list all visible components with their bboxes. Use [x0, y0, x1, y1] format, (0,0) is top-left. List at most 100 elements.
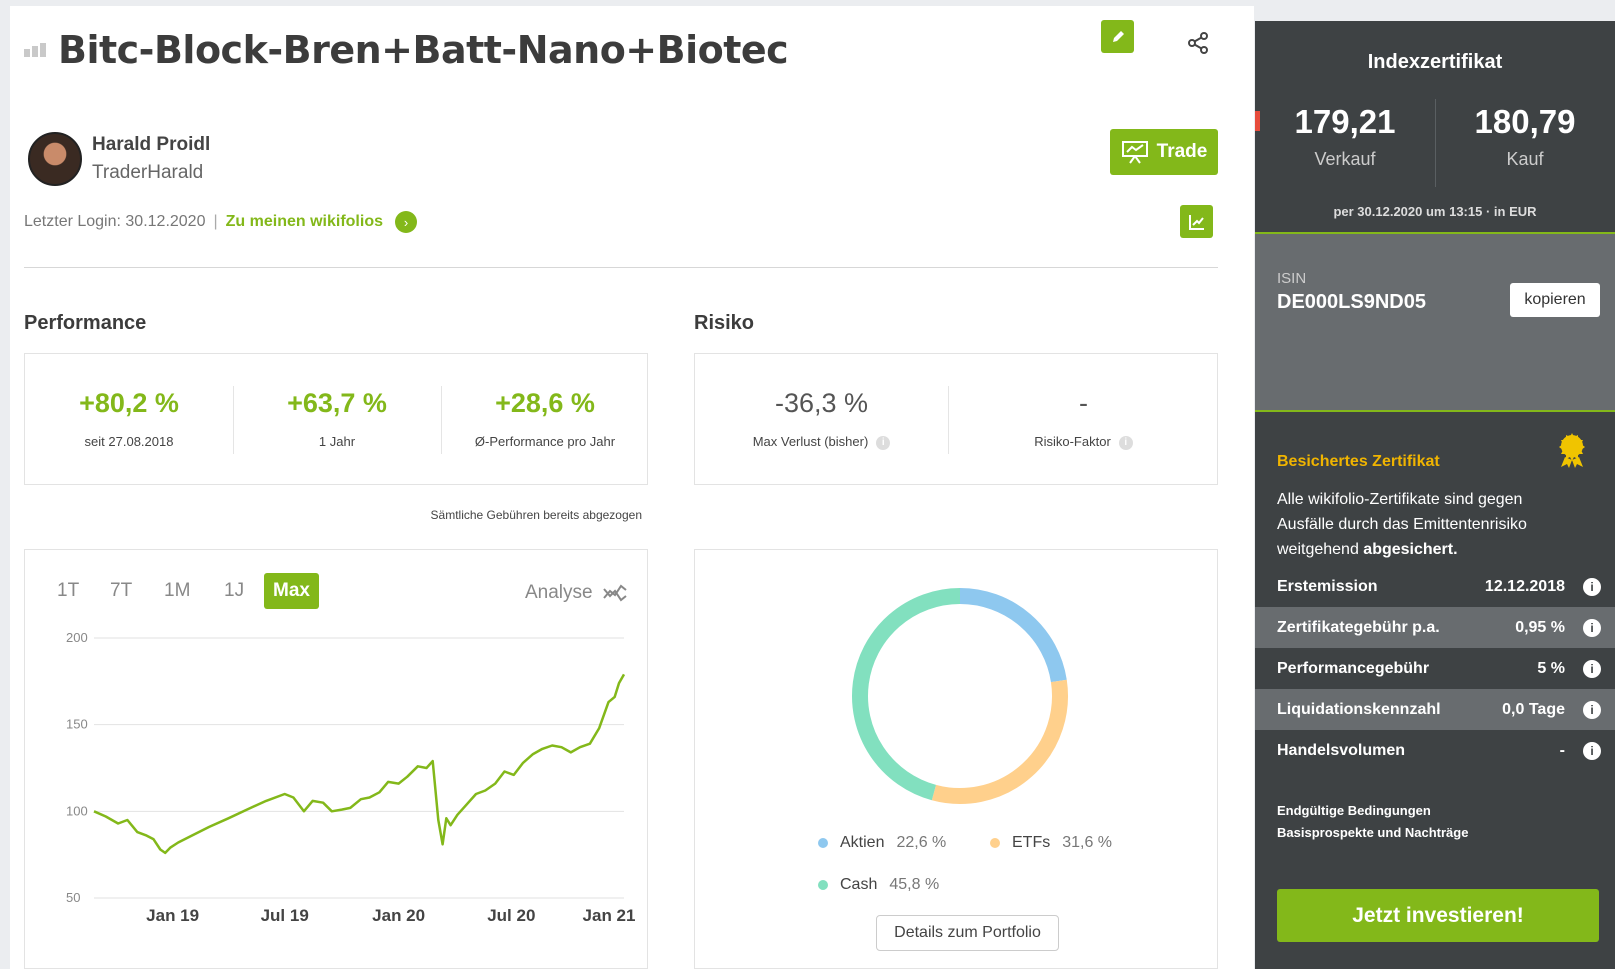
- row-label: Zertifikategebühr p.a.: [1277, 618, 1440, 636]
- share-button[interactable]: [1185, 30, 1211, 56]
- row-liquidationskennzahl: Liquidationskennzahl 0,0 Tage i: [1255, 689, 1615, 730]
- row-value: 0,95 %: [1515, 618, 1565, 636]
- info-icon[interactable]: i: [1583, 700, 1601, 719]
- award-icon: [1559, 433, 1585, 468]
- kpi-risk-factor: - Risiko-Faktor i: [948, 354, 1219, 484]
- risk-box: -36,3 % Max Verlust (bisher) i - Risiko-F…: [694, 353, 1218, 485]
- row-label: Liquidationskennzahl: [1277, 700, 1441, 718]
- info-icon[interactable]: i: [1583, 577, 1601, 596]
- chart-button[interactable]: [1180, 205, 1213, 238]
- donut-slice-cash[interactable]: [852, 588, 961, 801]
- trader-name[interactable]: Harald Proidl: [92, 134, 210, 156]
- kpi-label-row: Max Verlust (bisher) i: [695, 434, 948, 450]
- trader-username[interactable]: TraderHarald: [92, 162, 210, 184]
- legend-pct: 22,6 %: [896, 834, 947, 851]
- x-tick-label: Jan 21: [583, 906, 636, 925]
- pencil-icon: [1112, 30, 1124, 42]
- y-tick-label: 100: [66, 803, 88, 818]
- page: Bitc-Block-Bren+Batt-Nano+Biotec Harald …: [0, 0, 1615, 969]
- trade-button[interactable]: Trade: [1110, 129, 1218, 175]
- kpi-value: -: [1079, 388, 1088, 418]
- legend-pct: 31,6 %: [1062, 834, 1113, 851]
- range-max[interactable]: Max: [264, 573, 319, 609]
- info-icon[interactable]: i: [1583, 659, 1601, 678]
- legend-aktien: Aktien 22,6 %: [818, 834, 946, 852]
- legend-cash: Cash 45,8 %: [818, 876, 939, 894]
- row-label: Erstemission: [1277, 577, 1378, 595]
- kpi-label: Max Verlust (bisher): [752, 434, 869, 449]
- main-panel: Bitc-Block-Bren+Batt-Nano+Biotec Harald …: [10, 6, 1254, 969]
- row-handelsvolumen: Handelsvolumen - i: [1255, 730, 1615, 771]
- y-tick-label: 200: [66, 630, 88, 645]
- guarantee-title: Besichertes Zertifikat: [1277, 453, 1440, 470]
- last-login: Letzter Login: 30.12.2020: [24, 213, 206, 230]
- performance-chart: 200 150 100 50 Jan 19 Jul 19 Jan 20 Jul 20 Jan 2…: [66, 630, 636, 925]
- kpi-value: +63,7 %: [287, 388, 387, 418]
- legend-pct: 45,8 %: [889, 876, 940, 893]
- guarantee-text-bold: abgesichert.: [1363, 541, 1458, 558]
- copy-isin-button[interactable]: kopieren: [1510, 283, 1600, 317]
- kpi-label: 1 Jahr: [318, 434, 356, 449]
- kpi-value: +80,2 %: [79, 388, 179, 418]
- info-icon[interactable]: i: [1583, 741, 1601, 760]
- row-label: Performancegebühr: [1277, 659, 1430, 677]
- kpi-since-start: +80,2 % seit 27.08.2018: [25, 354, 233, 484]
- isin-label: ISIN: [1277, 270, 1307, 287]
- x-tick-label: Jul 20: [487, 906, 535, 925]
- login-separator: |: [213, 213, 218, 230]
- kpi-label: Ø-Performance pro Jahr: [474, 434, 616, 449]
- row-zertifikategebuehr: Zertifikategebühr p.a. 0,95 % i: [1255, 607, 1615, 648]
- kpi-max-loss: -36,3 % Max Verlust (bisher) i: [695, 354, 948, 484]
- portfolio-details-button[interactable]: Details zum Portfolio: [876, 915, 1059, 951]
- divider: [24, 267, 1218, 268]
- row-value: 0,0 Tage: [1502, 700, 1565, 718]
- performance-line: [93, 673, 626, 855]
- info-icon[interactable]: i: [876, 435, 891, 450]
- chart-icon: [1188, 214, 1204, 230]
- legend-label: Aktien: [840, 834, 885, 851]
- isin-box: ISIN DE000LS9ND05 kopieren: [1255, 232, 1615, 412]
- row-value: 12.12.2018: [1484, 577, 1565, 595]
- avatar[interactable]: [28, 132, 82, 186]
- info-icon[interactable]: i: [1118, 435, 1133, 450]
- buy-label: Kauf: [1506, 149, 1544, 169]
- range-1j[interactable]: 1J: [224, 580, 244, 602]
- presentation-icon: [1121, 141, 1148, 164]
- donut-slice-aktien[interactable]: [959, 588, 1067, 683]
- legend-label: Cash: [840, 876, 878, 893]
- row-value: 5 %: [1537, 659, 1565, 677]
- login-row: Letzter Login: 30.12.2020 | Zu meinen wi…: [24, 211, 417, 233]
- performance-title: Performance: [24, 312, 147, 334]
- final-terms-link[interactable]: Endgültige Bedingungen: [1277, 803, 1431, 818]
- prospectus-link[interactable]: Basisprospekte und Nachträge: [1277, 825, 1468, 840]
- kpi-label: Risiko-Faktor: [1034, 434, 1111, 449]
- invest-button[interactable]: Jetzt investieren!: [1277, 889, 1599, 942]
- guarantee-text: Alle wikifolio-Zertifikate sind gegen Au…: [1277, 487, 1577, 562]
- fees-note: Sämtliche Gebühren bereits abgezogen: [430, 508, 642, 522]
- edit-button[interactable]: [1101, 20, 1134, 53]
- certificate-sidebar: Indexzertifikat 179,21 Verkauf 180,79 Ka…: [1255, 21, 1615, 969]
- kpi-value: +28,6 %: [495, 388, 595, 418]
- info-icon[interactable]: i: [1583, 618, 1601, 637]
- range-1t[interactable]: 1T: [57, 580, 79, 602]
- trader-info: Harald Proidl TraderHarald: [28, 132, 210, 186]
- sell-price-block: 179,21 Verkauf: [1255, 103, 1435, 170]
- x-tick-label: Jul 19: [261, 906, 309, 925]
- legend-dot: [818, 838, 828, 848]
- title-row: Bitc-Block-Bren+Batt-Nano+Biotec: [24, 28, 789, 72]
- chevron-right-icon[interactable]: ›: [395, 211, 417, 233]
- range-7t[interactable]: 7T: [110, 580, 132, 602]
- y-tick-label: 50: [66, 890, 80, 905]
- row-value: -: [1559, 741, 1565, 759]
- kpi-label-row: Risiko-Faktor i: [948, 434, 1219, 450]
- price-timestamp: per 30.12.2020 um 13:15 · in EUR: [1333, 204, 1537, 219]
- analyse-button[interactable]: Analyse: [525, 582, 627, 604]
- legend-dot: [990, 838, 1000, 848]
- buy-price: 180,79: [1474, 103, 1576, 140]
- range-1m[interactable]: 1M: [164, 580, 190, 602]
- allocation-donut: [852, 588, 1068, 804]
- donut-slice-etfs[interactable]: [931, 679, 1068, 804]
- my-wikifolios-link[interactable]: Zu meinen wikifolios: [226, 213, 383, 231]
- certificate-type: Indexzertifikat: [1367, 51, 1503, 73]
- kpi-value: -36,3 %: [774, 388, 869, 418]
